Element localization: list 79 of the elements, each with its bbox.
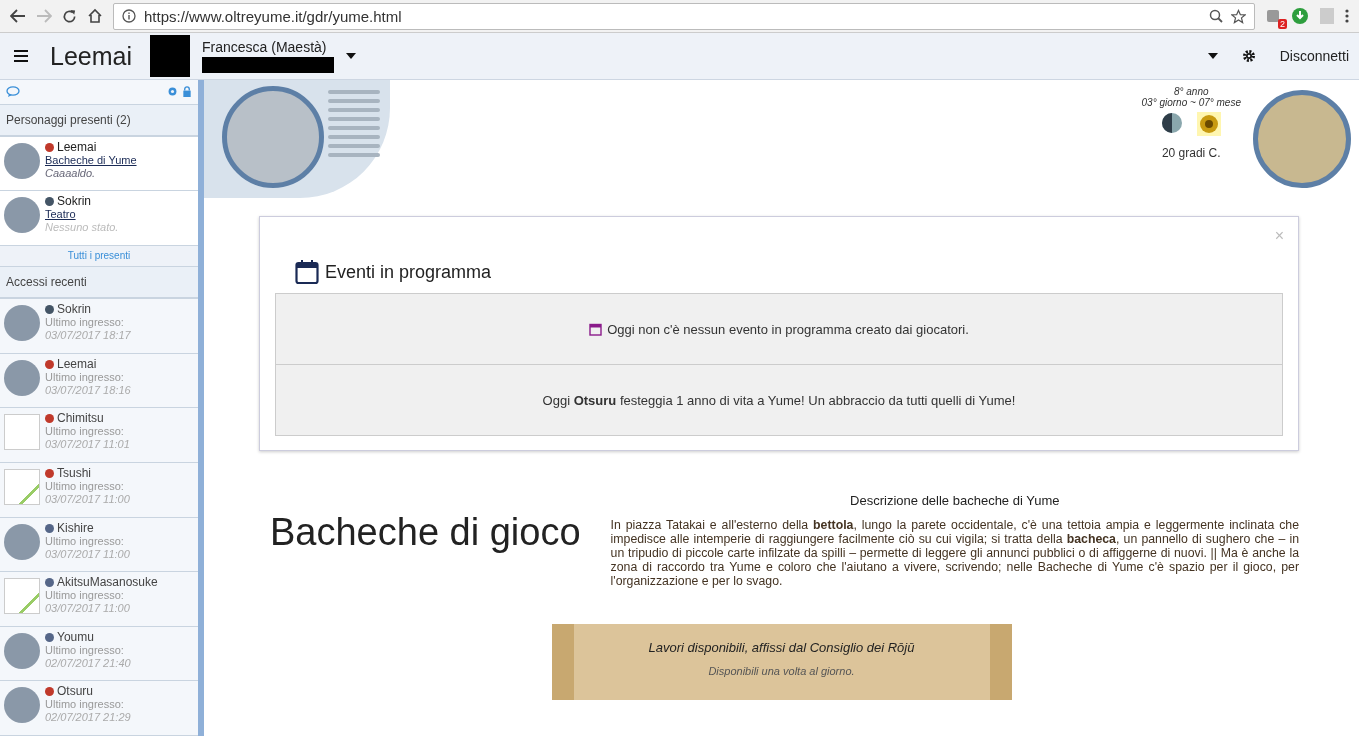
location-link[interactable]: Teatro [45, 208, 119, 222]
address-bar[interactable]: https://www.oltreyume.it/gdr/yume.html [113, 2, 1255, 30]
more-icon[interactable] [1345, 9, 1349, 23]
last-login-label: Ultimo ingresso: [45, 643, 125, 657]
event-text: Oggi non c'è nessun evento in programma creato dai giocatori. [607, 321, 969, 337]
recent-entry[interactable]: Leemai Ultimo ingresso: 03/07/2017 18:16 [0, 353, 198, 409]
panel-title: Eventi in programma [325, 261, 492, 283]
last-login-label: Ultimo ingresso: [45, 698, 125, 712]
character-entry[interactable]: Sokrin Teatro Nessuno stato. [0, 191, 198, 247]
chat-icon[interactable] [6, 85, 20, 98]
notification-badge: 2 [1278, 19, 1287, 29]
star-icon[interactable] [1231, 8, 1246, 24]
banner-title: Lavori disponibili, affissi dal Consiglio dei Rōjū [648, 640, 915, 655]
last-login-time: 03/07/2017 11:00 [45, 547, 130, 561]
character-name: Sokrin [57, 195, 91, 209]
character-name: Leemai [57, 357, 97, 371]
sun-icon [1197, 112, 1222, 136]
last-login-time: 03/07/2017 11:01 [45, 438, 130, 452]
event-text: Oggi Otsuru festeggia 1 anno di vita a Yume! Un abbraccio da tutti quelli di Yume! [542, 392, 1016, 408]
recent-entry[interactable]: AkitsuMasanosuke Ultimo ingresso: 03/07/2017 11:00 [0, 572, 198, 627]
character-name: Kishire [57, 521, 94, 535]
recent-entry[interactable]: Kishire Ultimo ingresso: 03/07/2017 11:00 [0, 517, 198, 573]
description-text: In piazza Tatakai e all'esterno della bettola, lungo la parete occidentale, c'è una tettoia ampia e leggermente inclinata che impedisce alle intemperie di raggiungere facilmente ciò su cui vigila; si tratta della bacheca, un pannello di sughero che – in un tripudio di piccole carte infilzate da spilli – permette di leggere gli annunci pubblici o di affiggerne di nuovi. || Ma è anche la zona di raccordo tra Yume e coloro che l'aiutano a vivere, scrivendo; nelle Bacheche di Yume c'è spazio per il gioco, per l'organizzazione e per lo svago. [610, 518, 1299, 588]
extension-icon[interactable] [1291, 7, 1309, 25]
last-login-time: 02/07/2017 21:29 [45, 711, 131, 725]
year-text: 8° anno [1173, 86, 1209, 97]
character-entry[interactable]: Leemai Bacheche di Yume Caaaaldo. [0, 136, 198, 192]
character-name: Chimitsu [57, 412, 104, 426]
character-name: Otsuru [57, 685, 93, 699]
section-title: Bacheche di gioco [270, 511, 581, 555]
banner-note: Disponibili una volta al giorno. [708, 665, 855, 677]
last-login-time: 03/07/2017 18:17 [45, 329, 131, 343]
status-text: Nessuno stato. [45, 221, 119, 235]
character-name: Leemai [50, 41, 132, 71]
character-name: AkitsuMasanosuke [57, 576, 158, 590]
character-name: Youmu [57, 630, 94, 644]
location-link[interactable]: Bacheche di Yume [45, 153, 137, 167]
redacted-block [150, 35, 190, 77]
description-title: Descrizione delle bacheche di Yume [850, 493, 1060, 508]
section-header: Personaggi presenti (2) [0, 104, 198, 137]
calendar-icon [295, 259, 319, 285]
home-icon[interactable] [87, 8, 103, 24]
status-text: Caaaaldo. [45, 166, 97, 180]
date-text: 03° giorno ~ 07° mese [1141, 97, 1241, 108]
last-login-label: Ultimo ingresso: [45, 479, 125, 493]
last-login-time: 02/07/2017 21:40 [45, 656, 131, 670]
calendar-icon [589, 322, 603, 336]
last-login-label: Ultimo ingresso: [45, 370, 125, 384]
last-login-time: 03/07/2017 11:00 [45, 602, 131, 616]
last-login-label: Ultimo ingresso: [45, 316, 125, 330]
settings-icon[interactable] [1241, 49, 1256, 63]
extension-icon[interactable] [1265, 8, 1281, 24]
back-icon[interactable] [10, 9, 26, 23]
last-login-time: 03/07/2017 11:00 [45, 492, 130, 506]
last-login-time: 03/07/2017 18:16 [45, 383, 131, 397]
last-login-label: Ultimo ingresso: [45, 425, 125, 439]
character-name: Leemai [57, 140, 97, 154]
recent-entry[interactable]: Otsuru Ultimo ingresso: 02/07/2017 21:29 [0, 681, 198, 736]
reload-icon[interactable] [62, 8, 77, 24]
temperature-text: 20 gradi C. [1161, 146, 1221, 160]
recent-entry[interactable]: Sokrin Ultimo ingresso: 03/07/2017 18:17 [0, 299, 198, 354]
player-name: Francesca (Maestà) [202, 39, 328, 55]
decorative-bars [328, 90, 380, 157]
section-header: Accessi recenti [0, 267, 198, 300]
caret-icon[interactable] [346, 53, 356, 59]
last-login-label: Ultimo ingresso: [45, 589, 125, 603]
logout-link[interactable]: Disconnetti [1279, 48, 1349, 64]
recent-entry[interactable]: Youmu Ultimo ingresso: 02/07/2017 21:40 [0, 626, 198, 682]
last-login-label: Ultimo ingresso: [45, 534, 125, 548]
lock-icon[interactable] [182, 86, 192, 98]
zoom-icon[interactable] [1209, 9, 1223, 23]
character-name: Tsushi [57, 466, 91, 480]
character-name: Sokrin [57, 303, 91, 317]
recent-entry[interactable]: Tsushi Ultimo ingresso: 03/07/2017 11:00 [0, 462, 198, 518]
url-text: https://www.oltreyume.it/gdr/yume.html [144, 7, 403, 25]
caret-icon[interactable] [1207, 53, 1218, 59]
info-icon [122, 9, 136, 23]
moon-icon [1161, 112, 1184, 134]
recent-entry[interactable]: Chimitsu Ultimo ingresso: 03/07/2017 11:01 [0, 408, 198, 463]
